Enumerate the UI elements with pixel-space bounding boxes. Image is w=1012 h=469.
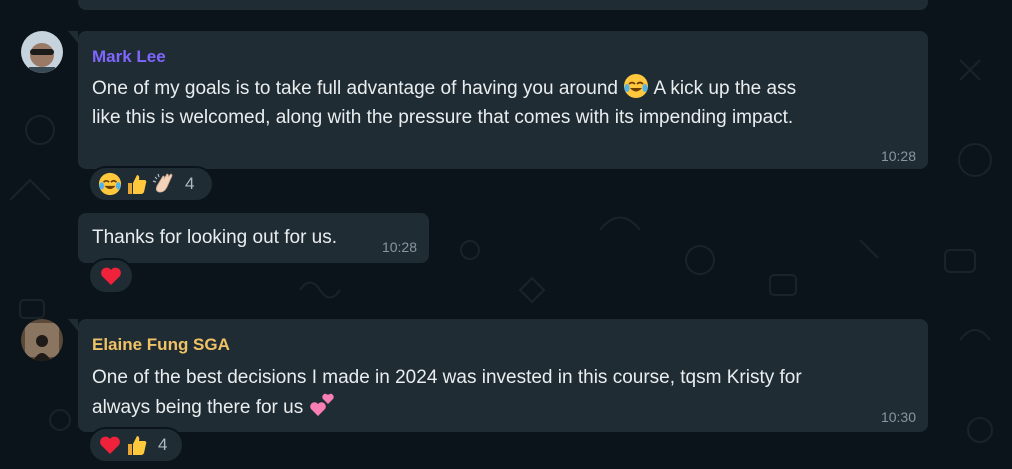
thumbs-up-icon [125, 433, 149, 457]
message-time: 10:30 [880, 409, 916, 425]
message-text-part: A kick up the ass [653, 78, 797, 99]
avatar-elaine-fung[interactable] [21, 319, 63, 361]
message-text-line: like this is welcomed, along with the pr… [92, 107, 794, 128]
red-heart-icon [99, 264, 123, 288]
message-text-part: always being there for us [92, 397, 304, 418]
avatar-mark-lee[interactable] [21, 31, 63, 73]
message-text: One of my goals is to take full advantag… [92, 73, 796, 104]
clapping-hands-icon [152, 172, 176, 196]
face-with-tears-of-joy-icon [623, 73, 649, 99]
reactions-bar[interactable]: 4 [88, 427, 184, 463]
message-bubble[interactable]: Elaine Fung SGA One of the best decision… [68, 319, 928, 432]
message-text: always being there for us [92, 392, 335, 423]
previous-message-bubble[interactable] [78, 0, 928, 10]
message-time: 10:28 [880, 148, 916, 164]
message-text: Thanks for looking out for us. [92, 227, 338, 248]
message-bubble[interactable]: Mark Lee One of my goals is to take full… [68, 31, 928, 169]
avatar-image [21, 319, 63, 361]
thumbs-up-icon [125, 172, 149, 196]
message-time: 10:28 [381, 239, 417, 255]
face-with-tears-of-joy-icon [98, 172, 122, 196]
sender-name[interactable]: Elaine Fung SGA [92, 335, 230, 355]
message-text-line: One of the best decisions I made in 2024… [92, 367, 802, 388]
reactions-bar[interactable] [88, 258, 134, 294]
message-bubble[interactable]: Thanks for looking out for us. 10:28 [78, 213, 429, 263]
reaction-count: 4 [158, 435, 168, 454]
message-text-part: One of my goals is to take full advantag… [92, 78, 618, 99]
reaction-count: 4 [185, 174, 195, 193]
two-hearts-icon [309, 392, 335, 418]
avatar-image [21, 31, 63, 73]
red-heart-icon [98, 433, 122, 457]
reactions-bar[interactable]: 4 [88, 166, 214, 202]
sender-name[interactable]: Mark Lee [92, 47, 166, 67]
